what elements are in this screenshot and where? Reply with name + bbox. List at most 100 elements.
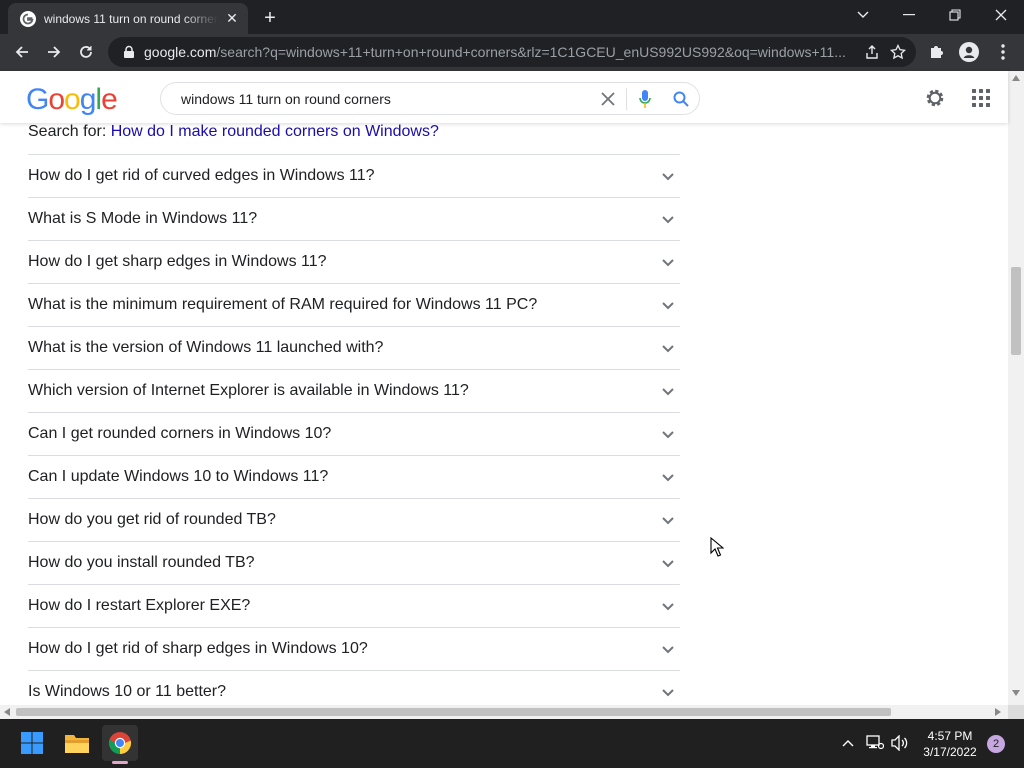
scroll-down-arrow-icon[interactable] (1012, 690, 1020, 696)
chevron-down-icon[interactable] (660, 297, 676, 313)
back-arrow-icon[interactable] (8, 38, 36, 66)
browser-tab[interactable]: windows 11 turn on round corners - Googl… (8, 3, 248, 34)
question-text: How do I restart Explorer EXE? (28, 597, 251, 614)
network-icon[interactable] (865, 733, 885, 753)
chevron-down-icon[interactable] (660, 512, 676, 528)
question-item[interactable]: How do I get sharp edges in Windows 11? (28, 240, 680, 283)
lock-icon[interactable] (122, 45, 136, 59)
question-text: What is S Mode in Windows 11? (28, 210, 258, 227)
profile-avatar-icon[interactable] (958, 41, 980, 63)
chevron-down-icon[interactable] (660, 168, 676, 184)
logo-letter: o (48, 83, 65, 116)
notification-badge[interactable]: 2 (987, 735, 1005, 753)
active-app-indicator (112, 761, 128, 764)
clock-date: 3/17/2022 (923, 745, 977, 759)
question-item[interactable]: What is S Mode in Windows 11? (28, 197, 680, 240)
search-magnifier-icon[interactable] (663, 84, 699, 114)
file-explorer-folder-icon[interactable] (59, 725, 95, 761)
mouse-cursor-icon (710, 537, 724, 557)
chevron-down-icon[interactable] (660, 383, 676, 399)
chevron-down-icon[interactable] (660, 426, 676, 442)
question-text: Which version of Internet Explorer is av… (28, 382, 469, 399)
google-logo[interactable]: Google (26, 83, 118, 117)
address-bar[interactable]: google.com/search?q=windows+11+turn+on+r… (108, 37, 916, 67)
url-text: google.com/search?q=windows+11+turn+on+r… (144, 44, 856, 60)
extensions-puzzle-icon[interactable] (926, 41, 948, 63)
vertical-scrollbar[interactable] (1008, 71, 1024, 705)
url-path: /search?q=windows+11+turn+on+round+corne… (216, 44, 846, 60)
chrome-menu-icon[interactable] (992, 41, 1014, 63)
bookmark-star-icon[interactable] (890, 44, 906, 60)
question-item[interactable]: Can I get rounded corners in Windows 10? (28, 412, 680, 455)
question-text: How do you install rounded TB? (28, 554, 255, 571)
tab-title: windows 11 turn on round corners - Googl… (44, 11, 218, 26)
vertical-scrollbar-thumb[interactable] (1011, 267, 1021, 355)
volume-speaker-icon[interactable] (890, 733, 910, 753)
question-item[interactable]: Is Windows 10 or 11 better? (28, 670, 680, 705)
search-for-link[interactable]: How do I make rounded corners on Windows… (111, 123, 439, 140)
google-favicon-icon (20, 10, 36, 27)
chevron-down-icon[interactable] (660, 469, 676, 485)
chevron-down-icon[interactable] (660, 555, 676, 571)
url-host: google.com (144, 44, 217, 60)
search-input[interactable]: windows 11 turn on round corners (181, 91, 590, 107)
question-text: What is the version of Windows 11 launch… (28, 339, 384, 356)
browser-toolbar: google.com/search?q=windows+11+turn+on+r… (0, 34, 1024, 71)
question-item[interactable]: What is the minimum requirement of RAM r… (28, 283, 680, 326)
close-window-icon[interactable] (978, 0, 1024, 30)
minimize-icon[interactable] (886, 0, 932, 30)
logo-letter: o (64, 83, 81, 116)
share-icon[interactable] (864, 44, 880, 60)
question-text: How do I get rid of curved edges in Wind… (28, 167, 375, 184)
chevron-down-icon[interactable] (660, 340, 676, 356)
chevron-down-icon[interactable] (660, 598, 676, 614)
chevron-down-icon[interactable] (660, 684, 676, 700)
settings-gear-icon[interactable] (923, 86, 947, 110)
search-results-content: Search for: How do I make rounded corner… (0, 123, 1008, 705)
search-for-line: Search for: How do I make rounded corner… (28, 123, 439, 141)
question-item[interactable]: How do I restart Explorer EXE? (28, 584, 680, 627)
system-clock[interactable]: 4:57 PM 3/17/2022 (918, 728, 982, 760)
search-for-prefix: Search for: (28, 123, 111, 140)
start-windows-icon[interactable] (14, 725, 50, 761)
clear-search-icon[interactable] (590, 84, 626, 114)
search-box[interactable]: windows 11 turn on round corners (160, 82, 700, 115)
question-text: What is the minimum requirement of RAM r… (28, 296, 538, 313)
question-item[interactable]: How do you get rid of rounded TB? (28, 498, 680, 541)
restore-icon[interactable] (932, 0, 978, 30)
forward-arrow-icon[interactable] (40, 38, 68, 66)
voice-search-mic-icon[interactable] (627, 84, 663, 114)
scroll-right-arrow-icon[interactable] (995, 708, 1001, 716)
logo-letter: G (26, 83, 49, 116)
question-text: How do I get rid of sharp edges in Windo… (28, 640, 368, 657)
windows-taskbar: 4:57 PM 3/17/2022 2 (0, 719, 1024, 768)
scroll-left-arrow-icon[interactable] (4, 708, 10, 716)
show-hidden-icons-chevron-icon[interactable] (838, 733, 858, 753)
clock-time: 4:57 PM (927, 729, 973, 743)
horizontal-scrollbar-thumb[interactable] (16, 708, 891, 716)
question-item[interactable]: How do I get rid of curved edges in Wind… (28, 154, 680, 197)
question-item[interactable]: Can I update Windows 10 to Windows 11? (28, 455, 680, 498)
question-text: Is Windows 10 or 11 better? (28, 683, 227, 700)
question-text: Can I update Windows 10 to Windows 11? (28, 468, 329, 485)
question-item[interactable]: Which version of Internet Explorer is av… (28, 369, 680, 412)
chevron-down-icon[interactable] (660, 211, 676, 227)
logo-letter: g (79, 83, 97, 116)
google-header: Google windows 11 turn on round corners (0, 71, 1008, 123)
question-item[interactable]: How do I get rid of sharp edges in Windo… (28, 627, 680, 670)
tab-search-chevron-icon[interactable] (840, 0, 886, 30)
scroll-up-arrow-icon[interactable] (1012, 75, 1020, 81)
chrome-taskbar-icon[interactable] (102, 725, 138, 761)
question-text: How do I get sharp edges in Windows 11? (28, 253, 327, 270)
chevron-down-icon[interactable] (660, 641, 676, 657)
horizontal-scrollbar[interactable] (0, 705, 1008, 719)
question-item[interactable]: How do you install rounded TB? (28, 541, 680, 584)
chevron-down-icon[interactable] (660, 254, 676, 270)
reload-icon[interactable] (72, 38, 100, 66)
new-tab-button[interactable]: + (258, 7, 282, 29)
scrollbar-corner (1008, 705, 1024, 719)
google-apps-grid-icon[interactable] (969, 86, 993, 110)
tab-close-icon[interactable]: ✕ (224, 10, 240, 27)
question-item[interactable]: What is the version of Windows 11 launch… (28, 326, 680, 369)
question-text: Can I get rounded corners in Windows 10? (28, 425, 332, 442)
